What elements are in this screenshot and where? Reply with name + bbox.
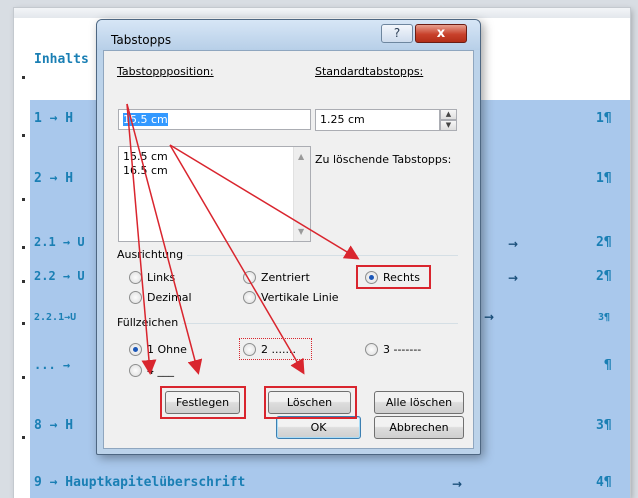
alignment-group-label: Ausrichtung bbox=[117, 248, 188, 261]
annotation-box-right-align bbox=[356, 265, 431, 289]
align-decimal-label[interactable]: Dezimal bbox=[147, 291, 192, 304]
spin-down-icon[interactable]: ▼ bbox=[440, 120, 457, 131]
leader-underline-label[interactable]: 4 ___ bbox=[147, 364, 174, 377]
paragraph-mark bbox=[22, 436, 25, 439]
tab-position-list[interactable]: 15.5 cm 16.5 cm ▲ ▼ bbox=[118, 146, 311, 242]
paragraph-mark bbox=[22, 198, 25, 201]
align-bar-radio[interactable] bbox=[243, 291, 256, 304]
toc-page-number: 4¶ bbox=[596, 475, 612, 490]
align-left-label[interactable]: Links bbox=[147, 271, 175, 284]
toc-page-number: 3¶ bbox=[598, 312, 611, 323]
tabstops-dialog: Tabstopps ? x Tabstoppposition: 15.5 cm … bbox=[96, 19, 481, 455]
leader-group-label: Füllzeichen bbox=[117, 316, 183, 329]
default-tabs-input[interactable]: 1.25 cm bbox=[315, 109, 440, 131]
paragraph-mark bbox=[22, 280, 25, 283]
list-item[interactable]: 15.5 cm bbox=[123, 150, 168, 163]
annotation-box-dots-leader bbox=[239, 338, 312, 360]
toc-entry[interactable]: 2.1 → U bbox=[34, 235, 85, 249]
paragraph-mark bbox=[22, 322, 25, 325]
close-button[interactable]: x bbox=[415, 24, 467, 43]
leader-underline-radio[interactable] bbox=[129, 364, 142, 377]
leader-none-label[interactable]: 1 Ohne bbox=[147, 343, 187, 356]
toc-entry[interactable]: 1 → H bbox=[34, 111, 73, 126]
leader-dashes-label[interactable]: 3 ------- bbox=[383, 343, 421, 356]
paragraph-mark bbox=[22, 246, 25, 249]
dialog-titlebar[interactable]: Tabstopps ? x bbox=[97, 20, 480, 50]
toc-entry[interactable]: ... → bbox=[34, 358, 70, 372]
align-left-radio[interactable] bbox=[129, 271, 142, 284]
leader-dashes-radio[interactable] bbox=[365, 343, 378, 356]
annotation-box-set-button bbox=[160, 386, 246, 419]
toc-page-number: ¶ bbox=[604, 358, 612, 373]
toc-entry[interactable]: 2 → H bbox=[34, 171, 73, 186]
tab-arrow: → bbox=[484, 310, 495, 324]
paragraph-mark bbox=[22, 376, 25, 379]
help-button[interactable]: ? bbox=[381, 24, 413, 43]
tabs-to-clear-label: Zu löschende Tabstopps: bbox=[315, 153, 452, 166]
align-decimal-radio[interactable] bbox=[129, 291, 142, 304]
toc-entry[interactable]: 8 → H bbox=[34, 418, 73, 433]
close-icon: x bbox=[436, 26, 446, 41]
align-center-label[interactable]: Zentriert bbox=[261, 271, 310, 284]
scroll-up-icon[interactable]: ▲ bbox=[298, 152, 304, 161]
align-bar-label[interactable]: Vertikale Linie bbox=[261, 291, 339, 304]
list-scrollbar[interactable]: ▲ ▼ bbox=[293, 147, 310, 241]
align-center-radio[interactable] bbox=[243, 271, 256, 284]
toc-entry[interactable]: 2.2 → U bbox=[34, 269, 85, 283]
toc-heading[interactable]: Inhalts bbox=[34, 52, 89, 67]
list-item[interactable]: 16.5 cm bbox=[123, 164, 168, 177]
leader-none-radio[interactable] bbox=[129, 343, 142, 356]
tab-arrow: → bbox=[508, 271, 519, 285]
clear-all-button[interactable]: Alle löschen bbox=[374, 391, 464, 414]
cancel-button[interactable]: Abbrechen bbox=[374, 416, 464, 439]
toc-page-number: 1¶ bbox=[596, 171, 612, 186]
annotation-box-clear-button bbox=[264, 386, 357, 419]
scroll-down-icon[interactable]: ▼ bbox=[298, 227, 304, 236]
toc-page-number: 3¶ bbox=[596, 418, 612, 433]
spin-up-icon[interactable]: ▲ bbox=[440, 109, 457, 120]
paragraph-mark bbox=[22, 76, 25, 79]
paragraph-mark bbox=[22, 134, 25, 137]
help-icon: ? bbox=[393, 26, 401, 40]
dialog-title: Tabstopps bbox=[111, 33, 172, 47]
tab-arrow: → bbox=[452, 477, 463, 491]
page-top-edge bbox=[14, 8, 630, 18]
toc-entry[interactable]: 2.2.1→U bbox=[34, 312, 76, 323]
toc-page-number: 2¶ bbox=[596, 269, 612, 284]
ok-button[interactable]: OK bbox=[276, 416, 361, 439]
tab-position-label: Tabstoppposition: bbox=[117, 65, 214, 78]
default-tabs-label: Standardtabstopps: bbox=[315, 65, 424, 78]
default-tabs-spinner[interactable]: ▲ ▼ bbox=[440, 109, 457, 131]
dialog-body: Tabstoppposition: 15.5 cm 15.5 cm 16.5 c… bbox=[103, 50, 474, 449]
toc-page-number: 2¶ bbox=[596, 235, 612, 250]
toc-entry[interactable]: 9 → Hauptkapitelüberschrift bbox=[34, 475, 245, 490]
tab-arrow: → bbox=[508, 237, 519, 251]
toc-page-number: 1¶ bbox=[596, 111, 612, 126]
tab-position-input[interactable]: 15.5 cm bbox=[118, 109, 311, 130]
